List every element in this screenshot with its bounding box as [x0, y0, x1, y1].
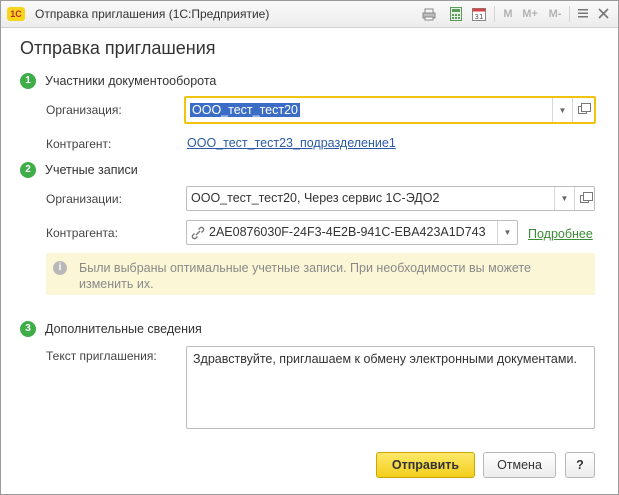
cancel-button[interactable]: Отмена [483, 452, 556, 478]
section-number-badge: 3 [20, 321, 36, 337]
app-logo-icon: 1С [7, 7, 25, 21]
organization-label: Организация: [46, 103, 122, 117]
hint-text: Были выбраны оптимальные учетные записи.… [79, 261, 531, 291]
open-form-icon[interactable] [574, 187, 594, 210]
section-participants: 1 Участники документооборота [20, 73, 216, 89]
invitation-text-label: Текст приглашения: [46, 349, 157, 363]
counterparty-account-field[interactable]: 2AE0876030F-24F3-4E2B-941C-EBA423A1D743 … [186, 220, 518, 245]
counterparties-label: Контрагента: [46, 226, 118, 240]
chevron-down-icon[interactable]: ▼ [497, 221, 517, 244]
info-hint-panel: i Были выбраны оптимальные учетные запис… [46, 253, 595, 295]
invitation-text-value: Здравствуйте, приглашаем к обмену электр… [193, 352, 577, 366]
organizations-accounts-field[interactable]: ООО_тест_тест20, Через сервис 1С-ЭДО2 ▼ [186, 186, 595, 211]
calculator-icon[interactable] [447, 6, 465, 22]
chevron-down-icon[interactable]: ▼ [552, 98, 572, 122]
counterparty-label: Контрагент: [46, 137, 112, 151]
section-title: Учетные записи [45, 163, 138, 177]
counterparty-link[interactable]: ООО_тест_тест23_подразделение1 [187, 136, 396, 150]
toolbar-separator [569, 6, 570, 22]
svg-text:31: 31 [475, 13, 484, 21]
memory-plus-button[interactable]: M+ [519, 6, 541, 22]
counterparty-account-value: 2AE0876030F-24F3-4E2B-941C-EBA423A1D743 [209, 225, 486, 239]
open-form-icon[interactable] [572, 98, 592, 122]
chevron-down-icon[interactable]: ▼ [554, 187, 574, 210]
link-chain-icon [191, 226, 205, 243]
form-title: Отправка приглашения [20, 38, 216, 58]
help-button[interactable]: ? [565, 452, 595, 478]
section-title: Участники документооборота [45, 74, 217, 88]
close-icon[interactable] [594, 5, 612, 23]
organization-value: ООО_тест_тест20 [190, 103, 300, 117]
calendar-icon[interactable]: 31 [470, 6, 488, 22]
send-button[interactable]: Отправить [376, 452, 475, 478]
window-title: Отправка приглашения (1С:Предприятие) [35, 7, 270, 21]
invitation-text-input[interactable]: Здравствуйте, приглашаем к обмену электр… [186, 346, 595, 429]
title-bar: 1С Отправка приглашения (1С:Предприятие)… [1, 1, 618, 28]
section-title: Дополнительные сведения [45, 322, 202, 336]
memory-m-button[interactable]: M [501, 6, 515, 22]
section-accounts: 2 Учетные записи [20, 162, 138, 178]
toolbar-separator [494, 6, 495, 22]
section-number-badge: 1 [20, 73, 36, 89]
organizations-accounts-value: ООО_тест_тест20, Через сервис 1С-ЭДО2 [191, 191, 440, 205]
memory-minus-button[interactable]: M- [545, 6, 565, 22]
dialog-window: 1С Отправка приглашения (1С:Предприятие)… [0, 0, 619, 495]
print-icon[interactable] [420, 6, 438, 22]
details-link[interactable]: Подробнее [528, 227, 593, 241]
section-number-badge: 2 [20, 162, 36, 178]
organization-field[interactable]: ООО_тест_тест20 ▼ [184, 96, 596, 124]
menu-icon[interactable] [574, 5, 592, 23]
organizations-label: Организации: [46, 192, 122, 206]
info-icon: i [53, 261, 67, 275]
section-additional: 3 Дополнительные сведения [20, 321, 202, 337]
